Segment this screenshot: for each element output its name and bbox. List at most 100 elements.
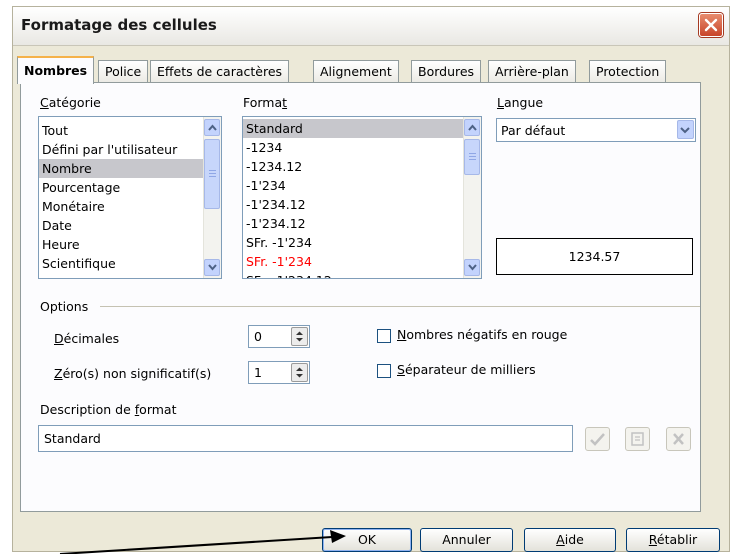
format-description-label: Description de format — [40, 402, 176, 417]
list-item[interactable]: Scientifique — [39, 254, 221, 273]
format-code-input[interactable]: Standard — [38, 425, 573, 452]
options-separator — [100, 306, 700, 307]
delete-x-icon — [673, 433, 684, 445]
close-button[interactable] — [699, 13, 723, 37]
thumb-grip — [469, 159, 476, 160]
list-item[interactable]: Pourcentage — [39, 178, 221, 197]
list-item[interactable]: Défini par l'utilisateur — [39, 140, 221, 159]
format-cells-dialog: Formatage des cellules Nombres Police Ef… — [12, 6, 730, 552]
ok-label: OK — [357, 532, 377, 547]
decimals-label: Décimales — [54, 331, 119, 346]
label-mnemonic: R — [648, 532, 657, 547]
label-part: ormat — [139, 402, 177, 417]
scroll-down-button[interactable] — [464, 259, 480, 276]
comment-icon — [631, 432, 644, 446]
list-item[interactable]: -1'234.12 — [243, 214, 481, 233]
thousands-separator-checkbox[interactable] — [377, 364, 391, 378]
list-item[interactable]: -1'234 — [243, 176, 481, 195]
thumb-grip — [469, 153, 476, 154]
format-code-value: Standard — [44, 431, 101, 446]
thumb-grip — [209, 176, 216, 177]
format-preview: 1234.57 — [496, 238, 693, 275]
list-item-negative-red[interactable]: SFr. -1'234 — [243, 252, 481, 271]
tab-nombres[interactable]: Nombres — [17, 56, 95, 84]
scroll-up-button[interactable] — [464, 119, 480, 136]
list-item[interactable]: Date — [39, 216, 221, 235]
accept-format-button[interactable] — [585, 427, 610, 451]
thousands-separator-label[interactable]: Séparateur de milliers — [397, 362, 536, 377]
dropdown-arrow-icon — [680, 127, 690, 134]
title-bar[interactable]: Formatage des cellules — [13, 7, 729, 46]
label-part: angue — [503, 95, 544, 110]
ok-button[interactable]: OK — [322, 528, 412, 552]
list-item-selected[interactable]: Standard — [243, 119, 481, 138]
label-part: Forma — [243, 95, 283, 110]
list-item[interactable]: SFr. -1'234.12 — [243, 271, 481, 278]
scroll-thumb[interactable] — [464, 139, 480, 175]
scroll-down-button[interactable] — [204, 259, 220, 276]
label-part: ombres négatifs en rouge — [406, 327, 568, 342]
tab-label: Police — [105, 64, 142, 79]
format-label: Format — [243, 95, 287, 110]
tab-effets-de-caracteres[interactable]: Effets de caractères — [150, 60, 290, 82]
dialog-title: Formatage des cellules — [21, 16, 217, 34]
list-item[interactable]: -1234 — [243, 138, 481, 157]
label-mnemonic: L — [497, 95, 504, 110]
spin-arrows-icon — [296, 367, 303, 378]
tab-label: Effets de caractères — [157, 64, 283, 79]
tab-police[interactable]: Police — [98, 60, 149, 82]
tab-label: Alignement — [320, 64, 392, 79]
list-item[interactable]: -1234.12 — [243, 157, 481, 176]
thumb-grip — [469, 156, 476, 157]
language-select[interactable]: Par défaut — [496, 118, 696, 142]
tab-label: Protection — [596, 64, 660, 79]
tab-alignement[interactable]: Alignement — [313, 60, 399, 82]
leading-zeros-spinner[interactable]: 1 — [248, 361, 310, 384]
spin-buttons[interactable] — [291, 363, 308, 382]
category-scrollbar[interactable] — [203, 117, 221, 278]
scroll-up-arrow-icon — [208, 124, 217, 131]
tab-label: Nombres — [24, 63, 88, 78]
list-item[interactable]: Monétaire — [39, 197, 221, 216]
tab-arriere-plan[interactable]: Arrière-plan — [488, 60, 576, 82]
label-mnemonic: N — [397, 327, 407, 342]
list-item[interactable]: Heure — [39, 235, 221, 254]
scroll-down-arrow-icon — [208, 264, 217, 271]
negative-red-checkbox[interactable] — [377, 329, 391, 343]
reset-button[interactable]: Rétablir — [626, 528, 720, 552]
leading-zeros-value: 1 — [254, 365, 262, 380]
delete-format-button[interactable] — [666, 427, 691, 451]
format-listbox[interactable]: Standard -1234 -1234.12 -1'234 -1'234.12… — [242, 116, 482, 279]
negative-red-label[interactable]: Nombres négatifs en rouge — [397, 327, 567, 342]
tab-label: Arrière-plan — [495, 64, 569, 79]
format-scrollbar[interactable] — [463, 117, 481, 278]
list-item[interactable]: SFr. -1'234 — [243, 233, 481, 252]
tab-bordures[interactable]: Bordures — [411, 60, 482, 82]
label-part: éro(s) non significatif(s) — [62, 366, 212, 381]
decimals-spinner[interactable]: 0 — [248, 325, 310, 348]
options-group-title: Options — [40, 299, 89, 314]
language-dropdown-button[interactable] — [677, 120, 694, 139]
spin-arrows-icon — [296, 331, 303, 342]
list-item[interactable]: -1'234.12 — [243, 195, 481, 214]
scroll-thumb[interactable] — [204, 139, 220, 209]
label-part: établir — [656, 532, 698, 547]
list-item[interactable]: Tout — [39, 121, 221, 140]
spin-buttons[interactable] — [291, 327, 308, 346]
tab-protection[interactable]: Protection — [589, 60, 667, 82]
help-button[interactable]: Aide — [524, 528, 616, 552]
edit-comment-button[interactable] — [625, 427, 650, 451]
label-part: Description de — [40, 402, 135, 417]
cancel-label: Annuler — [442, 532, 491, 547]
label-part: écimales — [63, 331, 120, 346]
language-value: Par défaut — [501, 123, 566, 138]
list-item-selected[interactable]: Nombre — [39, 159, 221, 178]
label-mnemonic: A — [556, 532, 565, 547]
category-listbox[interactable]: Tout Défini par l'utilisateur Nombre Pou… — [38, 116, 222, 279]
cancel-button[interactable]: Annuler — [420, 528, 513, 552]
label-part: ide — [564, 532, 584, 547]
scroll-down-arrow-icon — [468, 264, 477, 271]
checkmark-icon — [590, 433, 605, 446]
scroll-up-button[interactable] — [204, 119, 220, 136]
preview-value: 1234.57 — [568, 249, 621, 264]
